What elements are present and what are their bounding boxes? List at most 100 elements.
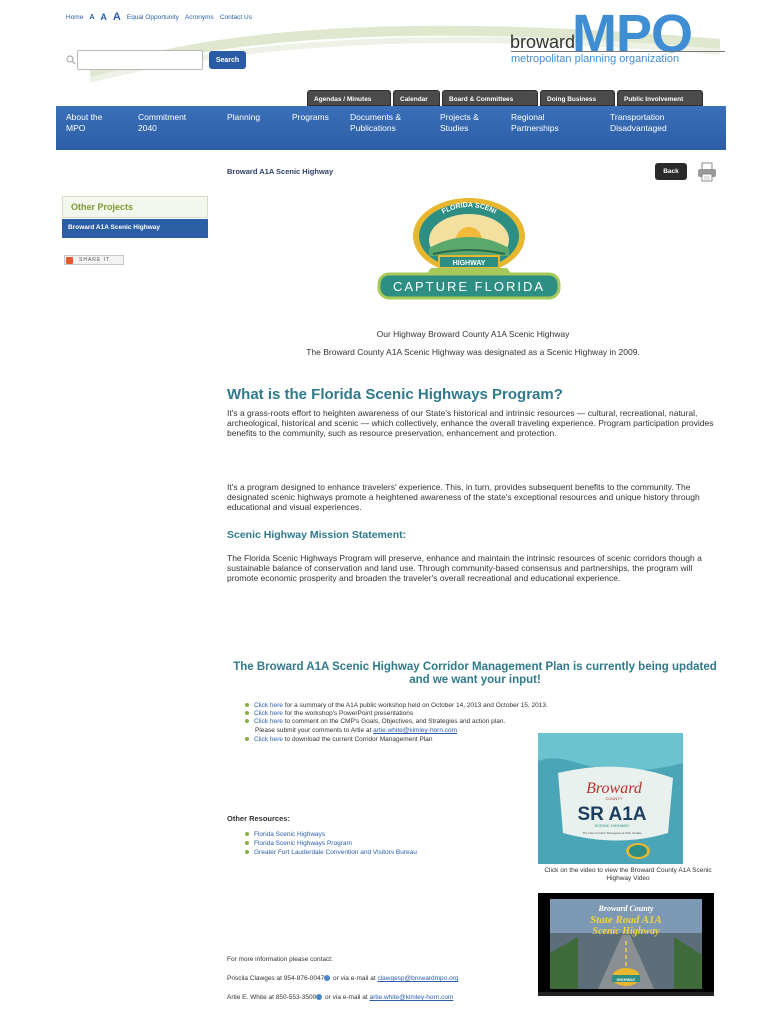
list-item: Florida Scenic Highways Program: [245, 840, 352, 848]
video-title-line3: Scenic Highway: [593, 926, 661, 937]
text-size-large[interactable]: A: [113, 11, 121, 23]
utility-links: Home A A A Equal Opportunity Acronyms Co…: [66, 11, 252, 23]
nav-documents-publications[interactable]: Documents & Publications: [350, 112, 401, 134]
nav-label: Studies: [440, 123, 469, 133]
click-here-link[interactable]: Click here: [254, 702, 283, 709]
resource-link-convention-bureau[interactable]: Greater Fort Lauderdale Convention and V…: [254, 849, 417, 856]
resources-heading: Other Resources:: [227, 814, 290, 823]
program-paragraph: It's a program designed to enhance trave…: [227, 482, 700, 512]
logo-rule: [511, 51, 725, 52]
caption-designation: The Broward County A1A Scenic Highway wa…: [306, 347, 640, 357]
nav-label: 2040: [138, 123, 157, 133]
scenic-highway-video[interactable]: Broward County State Road A1A Scenic Hig…: [538, 893, 714, 996]
nav-label: Regional: [511, 112, 545, 122]
share-icon: [66, 257, 73, 264]
text-size-medium[interactable]: A: [100, 12, 107, 22]
page: Home A A A Equal Opportunity Acronyms Co…: [0, 0, 782, 1016]
nav-label: Disadvantaged: [610, 123, 667, 133]
click-here-link[interactable]: Click here: [254, 718, 283, 725]
nav-label: Commitment: [138, 112, 187, 122]
florida-scenic-highway-logo: FLORIDA SCENIC HIGHWAY CAPTURE FLORIDA: [373, 196, 561, 300]
nav-about-mpo[interactable]: About the MPO: [66, 112, 102, 134]
tab-calendar[interactable]: Calendar: [393, 90, 440, 106]
nav-label: Projects &: [440, 112, 479, 122]
cover-subtitle-text: The New Corridor Management Plan Update: [582, 831, 642, 835]
video-badge-text: HIGHWAY: [617, 977, 636, 982]
cover-title-text: SR A1A: [578, 804, 647, 825]
back-button[interactable]: Back: [655, 163, 687, 180]
equal-opportunity-link[interactable]: Equal Opportunity: [127, 14, 179, 21]
contact-us-link[interactable]: Contact Us: [220, 14, 252, 21]
tab-doing-business[interactable]: Doing Business: [540, 90, 615, 106]
nav-label: About the: [66, 112, 103, 122]
home-link[interactable]: Home: [66, 14, 83, 21]
mission-paragraph: The Florida Scenic Highways Program will…: [227, 553, 702, 583]
video-title-line2: State Road A1A: [590, 914, 662, 926]
nav-label: Publications: [350, 123, 396, 133]
bullet-icon: [245, 737, 249, 742]
nav-regional-partnerships[interactable]: Regional Partnerships: [511, 112, 559, 134]
main-nav: About the MPO Commitment 2040 Planning Pro…: [56, 106, 726, 150]
mission-heading: Scenic Highway Mission Statement:: [227, 529, 407, 541]
resource-link-florida-scenic-highways[interactable]: Florida Scenic Highways: [254, 831, 325, 838]
printer-icon[interactable]: [696, 161, 718, 183]
caption-highway: Our Highway Broward County A1A Scenic Hi…: [376, 329, 570, 339]
nav-label: Programs: [292, 112, 329, 122]
priscila-email-link[interactable]: clawgesp@browardmpo.org: [377, 975, 458, 982]
contact-priscila-phone: Priscila Clawges at 954-876-0047: [227, 975, 325, 982]
resource-link-scenic-highways-program[interactable]: Florida Scenic Highways Program: [254, 840, 352, 847]
nav-label: Partnerships: [511, 123, 559, 133]
video-title-line1: Broward County: [598, 904, 654, 913]
logo-broward-text: broward: [510, 32, 576, 52]
artie-email-link[interactable]: artie.white@kimley-horn.com: [373, 727, 457, 734]
nav-commitment-2040[interactable]: Commitment 2040: [138, 112, 186, 134]
nav-transportation-disadvantaged[interactable]: Transportation Disadvantaged: [610, 112, 667, 134]
list-item: Greater Fort Lauderdale Convention and V…: [245, 849, 417, 857]
sr-a1a-plan-cover[interactable]: Broward COUNTY SR A1A SCENIC HIGHWAY The…: [538, 733, 683, 864]
sidebar-item-broward-a1a[interactable]: Broward A1A Scenic Highway: [62, 219, 208, 238]
contact-priscila-mid: or via e-mail at: [331, 975, 378, 982]
cover-county-text: COUNTY: [606, 796, 623, 801]
bullet-icon: [245, 711, 249, 716]
sidebar-heading: Other Projects: [62, 196, 208, 218]
bullet-icon: [245, 719, 249, 724]
list-item-text: for a summary of the A1A public workshop…: [282, 702, 548, 709]
cover-broward-text: Broward: [586, 780, 643, 797]
contact-artie: Artie E. White at 850-553-3500 or via e-…: [227, 994, 453, 1001]
artie-email-link[interactable]: artie.white@kimley-horn.com: [370, 994, 454, 1001]
nav-programs[interactable]: Programs: [292, 112, 329, 123]
list-item: Click here for the workshop's PowerPoint…: [245, 710, 413, 718]
list-item: Click here for a summary of the A1A publ…: [245, 702, 548, 710]
intro-paragraph: It's a grass-roots effort to heighten aw…: [227, 408, 714, 438]
click-here-link[interactable]: Click here: [254, 710, 283, 717]
search-button[interactable]: Search: [209, 51, 246, 69]
call-icon[interactable]: [316, 994, 323, 1001]
search-icon: [66, 55, 76, 65]
nav-label: MPO: [66, 123, 86, 133]
text-size-small[interactable]: A: [89, 14, 94, 21]
nav-projects-studies[interactable]: Projects & Studies: [440, 112, 479, 134]
tab-agendas-minutes[interactable]: Agendas / Minutes: [307, 90, 391, 106]
logo-subtitle: metropolitan planning organization: [511, 53, 680, 65]
click-here-link[interactable]: Click here: [254, 736, 283, 743]
top-tabs: Agendas / Minutes Calendar Board & Commi…: [307, 90, 703, 106]
video-caption: Click on the video to view the Broward C…: [544, 867, 712, 882]
bullet-icon: [245, 850, 249, 855]
search-input[interactable]: [77, 50, 203, 70]
list-item-text: to comment on the CMP's Goals, Objective…: [282, 718, 506, 725]
acronyms-link[interactable]: Acronyms: [185, 14, 214, 21]
nav-label: Planning: [227, 112, 261, 122]
submit-comments: Please submit your comments to Artie at …: [255, 727, 457, 735]
submit-text: Please submit your comments to Artie at: [255, 727, 374, 734]
nav-planning[interactable]: Planning: [227, 112, 260, 123]
section-heading: What is the Florida Scenic Highways Prog…: [227, 386, 563, 403]
tab-board-committees[interactable]: Board & Committees: [442, 90, 538, 106]
share-button[interactable]: SHARE IT: [64, 255, 124, 265]
nav-label: Transportation: [610, 112, 665, 122]
call-icon[interactable]: [324, 975, 331, 982]
tab-public-involvement[interactable]: Public Involvement: [617, 90, 703, 106]
list-item-text: for the workshop's PowerPoint presentati…: [282, 710, 414, 717]
contact-artie-mid: or via e-mail at: [323, 994, 370, 1001]
contact-artie-phone: Artie E. White at 850-553-3500: [227, 994, 317, 1001]
bullet-icon: [245, 841, 249, 846]
